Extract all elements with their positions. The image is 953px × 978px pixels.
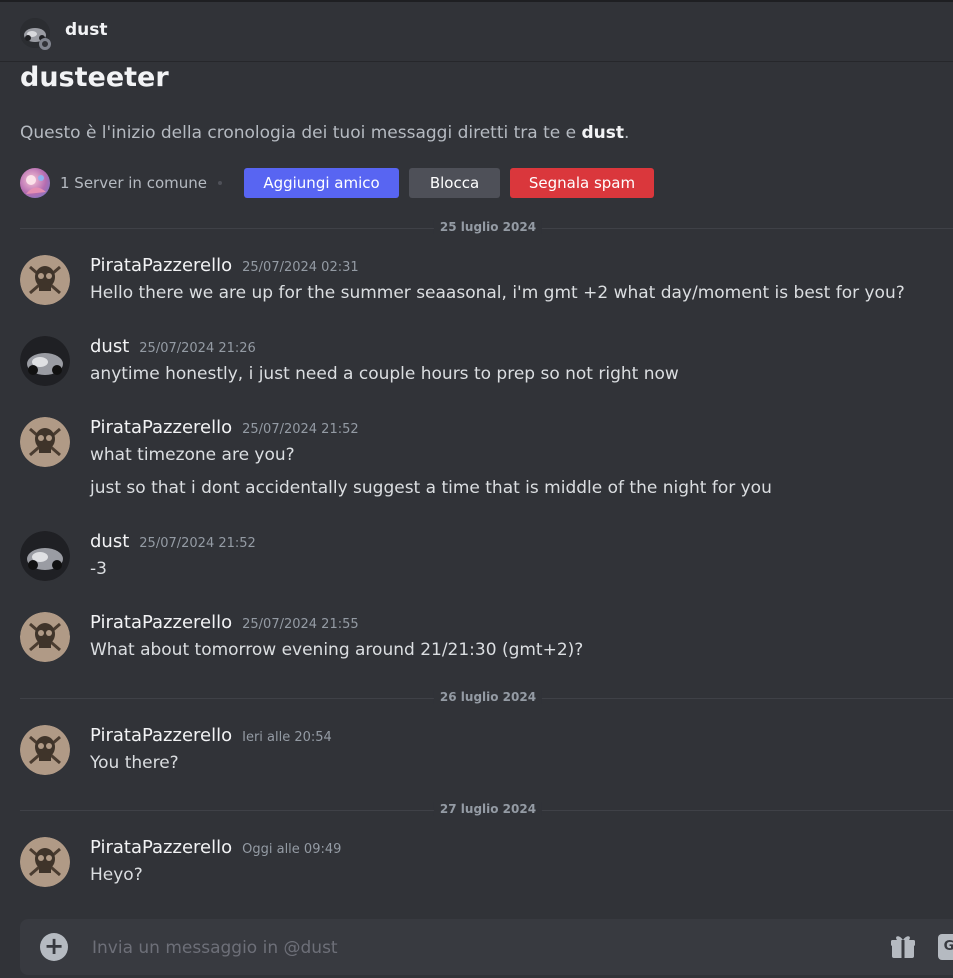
skull-avatar[interactable] [20,417,70,467]
message-timestamp: 25/07/2024 21:55 [242,617,359,632]
mutual-servers-row: 1 Server in comune Aggiungi amico Blocca… [20,168,720,198]
message-author[interactable]: dust [90,336,129,357]
message-timestamp: 25/07/2024 02:31 [242,260,359,275]
skull-avatar[interactable] [20,837,70,887]
date-divider: 25 luglio 2024 [20,220,953,236]
message-timestamp: Ieri alle 20:54 [242,730,332,745]
message[interactable]: PirataPazzerello Ieri alle 20:54 You ther… [20,725,950,785]
message-header: dust 25/07/2024 21:26 [90,336,256,357]
message-input[interactable] [90,933,834,963]
message[interactable]: PirataPazzerello 25/07/2024 21:55 What ab… [20,612,950,672]
message-timestamp: 25/07/2024 21:52 [139,536,256,551]
message-author[interactable]: PirataPazzerello [90,255,232,276]
skull-avatar[interactable] [20,612,70,662]
message-composer: + G [20,919,953,975]
dm-header: dust [0,0,953,62]
message[interactable]: PirataPazzerello 25/07/2024 02:31 Hello t… [20,255,950,315]
gift-icon[interactable] [889,933,917,961]
message-text: just so that i dont accidentally suggest… [90,478,772,498]
add-friend-button[interactable]: Aggiungi amico [244,168,399,198]
message-author[interactable]: dust [90,531,129,552]
message-author[interactable]: PirataPazzerello [90,837,232,858]
server-icon[interactable] [20,168,50,198]
intro-suffix: . [624,123,630,143]
date-divider-label: 27 luglio 2024 [433,802,543,816]
message-text: Heyo? [90,865,143,885]
message[interactable]: PirataPazzerello Oggi alle 09:49 Heyo? [20,837,950,897]
message-author[interactable]: PirataPazzerello [90,725,232,746]
message-timestamp: 25/07/2024 21:26 [139,341,256,356]
date-divider: 27 luglio 2024 [20,802,953,818]
message-timestamp: Oggi alle 09:49 [242,842,342,857]
message[interactable]: dust 25/07/2024 21:52 -3 [20,531,950,591]
message-text: what timezone are you? [90,445,295,465]
message-author[interactable]: PirataPazzerello [90,612,232,633]
mutual-servers-label[interactable]: 1 Server in comune [60,174,207,192]
header-username[interactable]: dust [65,20,108,40]
message-text: You there? [90,753,179,773]
gif-icon[interactable]: G [938,934,953,960]
block-button[interactable]: Blocca [409,168,500,198]
intro-prefix: Questo è l'inizio della cronologia dei t… [20,123,582,143]
date-divider-label: 25 luglio 2024 [433,220,543,234]
user-avatar[interactable] [20,336,70,386]
separator-dot [218,181,222,185]
message-header: PirataPazzerello 25/07/2024 21:55 [90,612,359,633]
skull-avatar[interactable] [20,725,70,775]
message-header: PirataPazzerello 25/07/2024 21:52 [90,417,359,438]
intro-username: dust [581,123,625,143]
date-divider-label: 26 luglio 2024 [433,690,543,704]
user-avatar[interactable] [20,531,70,581]
message-header: PirataPazzerello Oggi alle 09:49 [90,837,341,858]
message-text: anytime honestly, i just need a couple h… [90,364,679,384]
message-text: What about tomorrow evening around 21/21… [90,640,584,660]
skull-avatar[interactable] [20,255,70,305]
message[interactable]: PirataPazzerello 25/07/2024 21:52 what ti… [20,417,950,507]
intro-description: Questo è l'inizio della cronologia dei t… [20,123,629,143]
profile-name: dusteeter [20,62,169,93]
report-spam-button[interactable]: Segnala spam [510,168,654,198]
message-author[interactable]: PirataPazzerello [90,417,232,438]
message-header: PirataPazzerello 25/07/2024 02:31 [90,255,359,276]
message-timestamp: 25/07/2024 21:52 [242,422,359,437]
message-text: -3 [90,559,107,579]
message-text: Hello there we are up for the summer sea… [90,283,905,303]
add-attachment-icon[interactable]: + [40,933,68,961]
message[interactable]: dust 25/07/2024 21:26 anytime honestly, i… [20,336,950,396]
date-divider: 26 luglio 2024 [20,690,953,706]
message-header: dust 25/07/2024 21:52 [90,531,256,552]
status-offline-icon [39,38,51,50]
message-header: PirataPazzerello Ieri alle 20:54 [90,725,332,746]
